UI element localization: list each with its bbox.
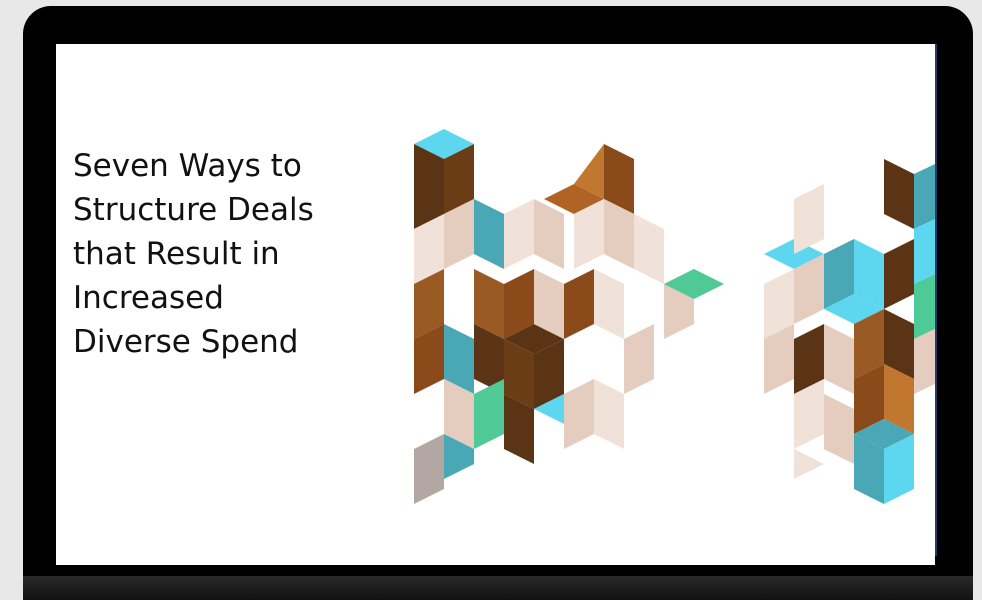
slide-title-line-1: Seven Ways to (73, 148, 302, 184)
geometric-cube-pattern-icon (414, 129, 935, 504)
slide-title-line-3: that Result in (73, 236, 280, 272)
screen-edge (935, 44, 937, 556)
slide-title-line-4: Increased (73, 280, 224, 316)
device-bezel-bottom (23, 576, 973, 600)
slide-title-line-5: Diverse Spend (73, 324, 299, 360)
slide-title-line-2: Structure Deals (73, 192, 314, 228)
presentation-slide: Seven Ways to Structure Deals that Resul… (56, 44, 935, 565)
slide-title: Seven Ways to Structure Deals that Resul… (73, 144, 373, 364)
